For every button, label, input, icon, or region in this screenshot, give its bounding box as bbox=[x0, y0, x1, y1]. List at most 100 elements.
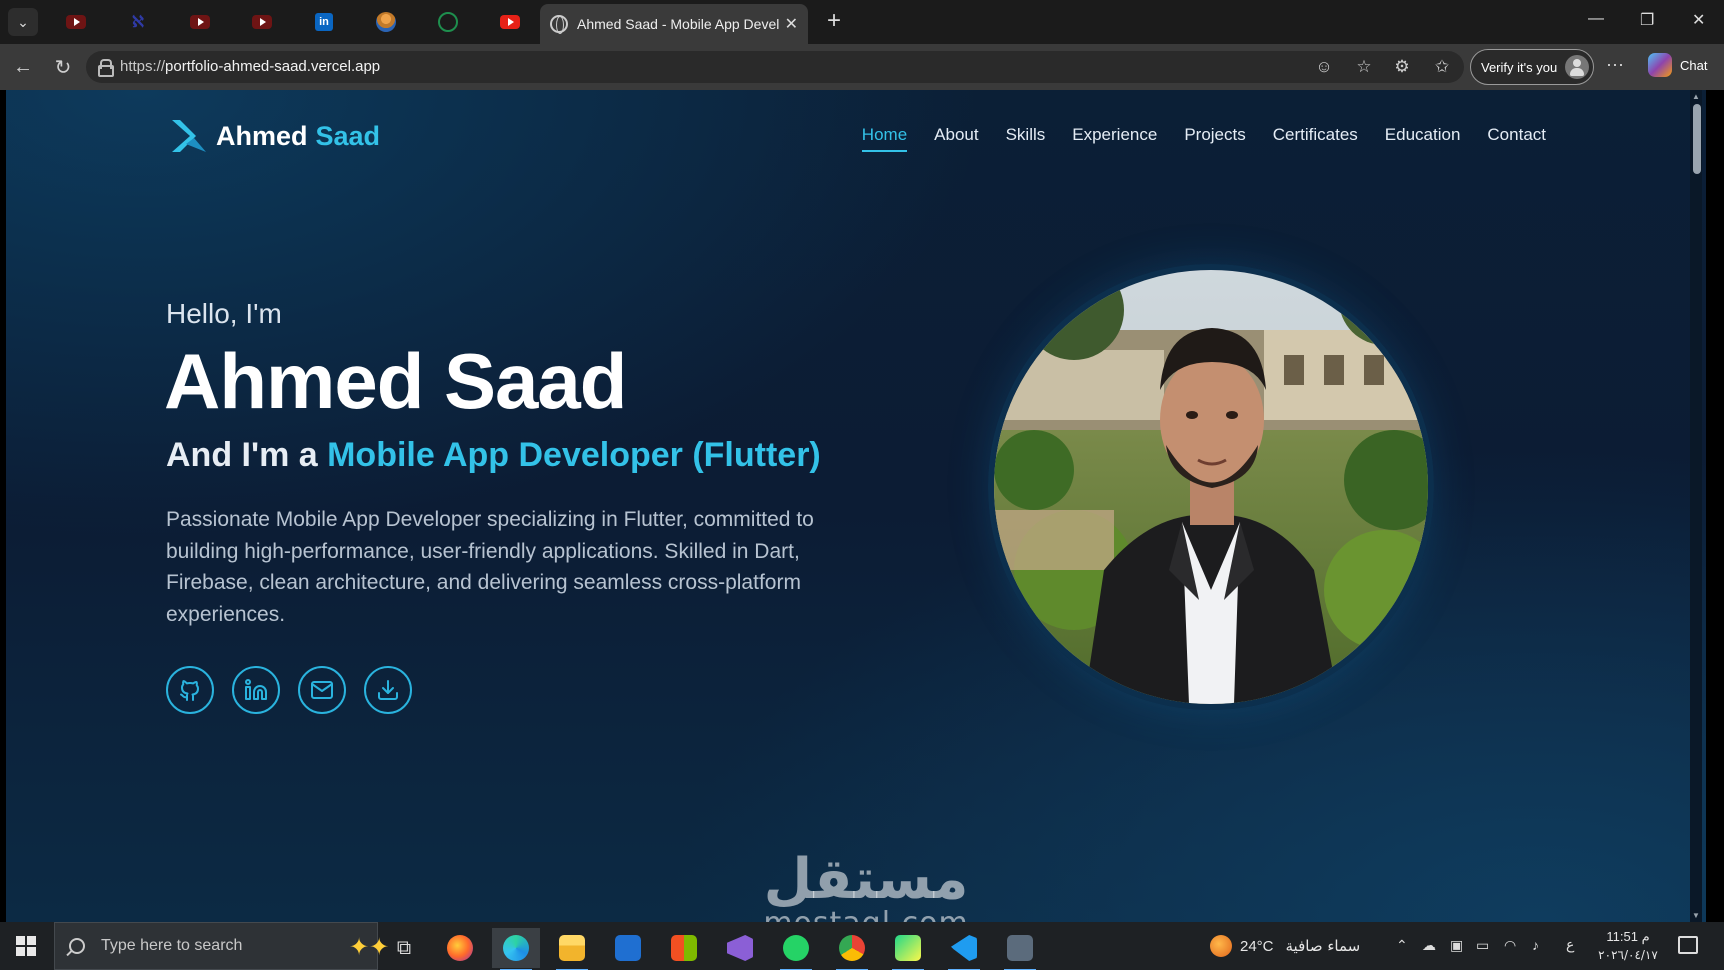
volume-icon[interactable]: ♪ bbox=[1532, 937, 1539, 953]
restore-button[interactable]: ❐ bbox=[1640, 10, 1654, 30]
folder-icon bbox=[559, 935, 585, 961]
page-scrollbar[interactable]: ▲ ▼ bbox=[1690, 90, 1702, 922]
minimize-button[interactable]: — bbox=[1588, 10, 1604, 28]
active-tab[interactable]: Ahmed Saad - Mobile App Develo ✕ bbox=[540, 4, 808, 44]
pinned-tab-linkedin[interactable]: in bbox=[312, 10, 336, 34]
linkedin-link[interactable] bbox=[232, 666, 280, 714]
download-cv-link[interactable] bbox=[364, 666, 412, 714]
linkedin-icon: in bbox=[315, 13, 333, 31]
taskbar-whatsapp[interactable] bbox=[772, 928, 820, 970]
taskbar-firefox[interactable] bbox=[436, 928, 484, 968]
close-window-button[interactable]: ✕ bbox=[1692, 10, 1705, 30]
clock-date: ٢٠٢٦/٠٤/١٧ bbox=[1598, 948, 1658, 962]
taskbar-edge[interactable] bbox=[492, 928, 540, 970]
taskbar-pycharm[interactable] bbox=[884, 928, 932, 970]
clock-time: 11:51 م bbox=[1606, 929, 1650, 944]
mail-icon bbox=[311, 681, 333, 699]
scroll-thumb[interactable] bbox=[1693, 104, 1701, 174]
watermark-latin: mostaql.com bbox=[746, 909, 986, 923]
store-icon bbox=[671, 935, 697, 961]
favorites-icon[interactable]: ✩ bbox=[1432, 57, 1452, 77]
pinned-tab-youtube[interactable] bbox=[250, 10, 274, 34]
main-nav: Home About Skills Experience Projects Ce… bbox=[835, 125, 1546, 152]
download-icon bbox=[378, 680, 398, 700]
brand-first-name: Ahmed bbox=[216, 120, 308, 151]
taskbar-calculator[interactable] bbox=[996, 928, 1044, 970]
hero-greeting: Hello, I'm bbox=[166, 298, 282, 329]
nav-contact[interactable]: Contact bbox=[1487, 125, 1546, 152]
taskbar-visual-studio[interactable] bbox=[716, 928, 764, 968]
profile-photo-image bbox=[994, 270, 1428, 704]
back-button[interactable]: ← bbox=[10, 54, 36, 80]
verify-profile-button[interactable]: Verify it's you bbox=[1470, 49, 1594, 85]
system-clock[interactable]: 11:51 م ٢٠٢٦/٠٤/١٧ bbox=[1596, 928, 1660, 964]
scroll-up-icon[interactable]: ▲ bbox=[1692, 92, 1700, 101]
new-tab-button[interactable]: + bbox=[820, 8, 848, 36]
linkedin-icon bbox=[245, 679, 267, 700]
close-icon[interactable]: ✕ bbox=[785, 14, 798, 34]
nav-education[interactable]: Education bbox=[1385, 125, 1461, 152]
edge-icon bbox=[503, 935, 529, 961]
task-view-icon: ⧉ bbox=[396, 936, 412, 959]
star-icon[interactable]: ☆ bbox=[1354, 57, 1374, 77]
wifi-icon[interactable]: ◠ bbox=[1504, 937, 1516, 954]
pinned-tab-youtube[interactable] bbox=[188, 10, 212, 34]
whatsapp-icon bbox=[783, 935, 809, 961]
pinned-tab-whatsapp[interactable] bbox=[436, 10, 460, 34]
watermark-arabic: مستقل bbox=[763, 847, 969, 912]
taskbar-search[interactable]: Type here to search ✦✦ bbox=[54, 922, 389, 970]
tab-strip: ⌄ ℵ in Ahmed Saad - Mobile App Develo ✕ … bbox=[0, 0, 1724, 44]
portfolio-page: Ahmed Saad Home About Skills Experience … bbox=[6, 90, 1706, 922]
extensions-icon[interactable]: ⚙ bbox=[1392, 57, 1412, 77]
nav-home[interactable]: Home bbox=[861, 125, 908, 152]
nav-experience[interactable]: Experience bbox=[1072, 125, 1157, 152]
hero-name: Ahmed Saad bbox=[164, 337, 627, 425]
windows-start-icon[interactable] bbox=[16, 936, 36, 956]
nav-skills[interactable]: Skills bbox=[1006, 125, 1046, 152]
brand-logo-link[interactable]: Ahmed Saad bbox=[170, 118, 380, 154]
taskbar-mail[interactable] bbox=[604, 928, 652, 968]
github-link[interactable] bbox=[166, 666, 214, 714]
youtube-icon bbox=[66, 15, 86, 29]
watermark: مستقل mostaql.com bbox=[746, 847, 986, 923]
brand-mark-icon bbox=[172, 120, 206, 152]
nav-about[interactable]: About bbox=[934, 125, 978, 152]
pinned-tab-nvidia[interactable]: ℵ bbox=[126, 10, 150, 34]
taskbar-store[interactable] bbox=[660, 928, 708, 968]
scroll-down-icon[interactable]: ▼ bbox=[1692, 911, 1700, 920]
avatar bbox=[1565, 55, 1589, 79]
copilot-chat-button[interactable]: Chat bbox=[1648, 53, 1707, 77]
more-menu-icon[interactable]: ··· bbox=[1606, 54, 1624, 75]
email-link[interactable] bbox=[298, 666, 346, 714]
weather-widget[interactable]: 24°C سماء صافية bbox=[1210, 922, 1360, 970]
chrome-icon bbox=[839, 935, 865, 961]
device-icon[interactable]: ▣ bbox=[1450, 937, 1463, 954]
input-language[interactable]: ع bbox=[1566, 937, 1574, 953]
nav-certificates[interactable]: Certificates bbox=[1273, 125, 1358, 152]
notification-center-icon[interactable] bbox=[1678, 936, 1698, 954]
pinned-tab-youtube[interactable] bbox=[498, 10, 522, 34]
taskbar-file-explorer[interactable] bbox=[548, 928, 596, 970]
battery-icon[interactable]: ▭ bbox=[1476, 937, 1489, 954]
pinned-tab-profile[interactable] bbox=[374, 10, 398, 34]
youtube-icon bbox=[500, 15, 520, 29]
chevron-up-icon[interactable]: ⌃ bbox=[1396, 937, 1408, 954]
pycharm-icon bbox=[895, 935, 921, 961]
hero-role-line: And I'm a Mobile App Developer (Flutter) bbox=[166, 436, 821, 475]
role-title: Mobile App Developer (Flutter) bbox=[327, 436, 821, 474]
taskbar-vscode[interactable] bbox=[940, 928, 988, 970]
nav-projects[interactable]: Projects bbox=[1184, 125, 1245, 152]
pinned-tab-youtube[interactable] bbox=[64, 10, 88, 34]
reload-button[interactable]: ↻ bbox=[50, 54, 76, 80]
taskbar-chrome[interactable] bbox=[828, 928, 876, 970]
onedrive-icon[interactable]: ☁ bbox=[1422, 937, 1436, 954]
read-aloud-icon[interactable]: ☺ bbox=[1314, 57, 1334, 77]
search-icon bbox=[69, 938, 85, 954]
vscode-icon bbox=[951, 935, 977, 961]
url-text: https://portfolio-ahmed-saad.vercel.app bbox=[120, 58, 380, 75]
weather-text: سماء صافية bbox=[1285, 937, 1361, 955]
address-bar[interactable]: https://portfolio-ahmed-saad.vercel.app … bbox=[86, 51, 1464, 83]
task-view-button[interactable]: ⧉ bbox=[380, 928, 428, 968]
whatsapp-icon bbox=[438, 12, 458, 32]
tab-actions-button[interactable]: ⌄ bbox=[8, 8, 38, 36]
